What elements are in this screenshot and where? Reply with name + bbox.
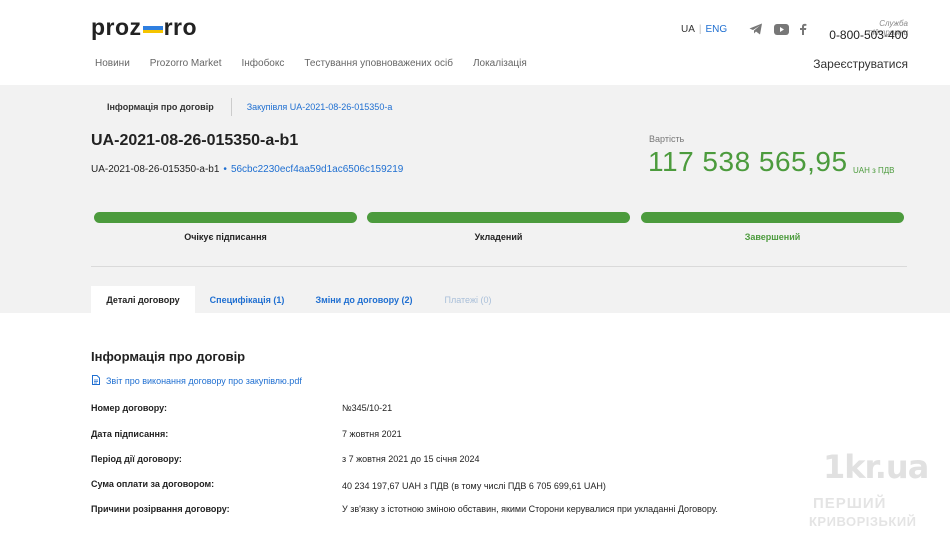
contract-summary-panel	[0, 85, 950, 313]
prozorro-logo[interactable]: proz rro	[91, 14, 197, 41]
watermark-main: 1kr.ua	[823, 448, 929, 486]
watermark-line1: ПЕРШИЙ	[813, 495, 887, 512]
stage-bar-completed	[641, 212, 904, 223]
telegram-icon[interactable]	[748, 22, 764, 36]
row-value-contract-period: з 7 жовтня 2021 до 15 січня 2024	[342, 454, 480, 464]
nav-news[interactable]: Новини	[95, 58, 130, 69]
row-value-termination-reason: У зв'язку з істотною зміною обставин, як…	[342, 504, 718, 514]
site-header: proz rro UA | ENG Служба підтримки 0-800…	[0, 0, 950, 85]
row-label-contract-period: Період дії договору:	[91, 454, 182, 464]
lang-eng[interactable]: ENG	[706, 24, 728, 35]
report-file-link[interactable]: Звіт про виконання договору про закупівл…	[92, 375, 302, 387]
contract-id-line: UA-2021-08-26-015350-a-b1 • 56cbc2230ecf…	[91, 164, 403, 175]
nav-testing[interactable]: Тестування уповноважених осіб	[304, 58, 453, 69]
page-title: UA-2021-08-26-015350-a-b1	[91, 132, 299, 149]
divider	[91, 266, 907, 267]
row-label-termination-reason: Причини розірвання договору:	[91, 504, 230, 514]
row-label-contract-number: Номер договору:	[91, 403, 168, 413]
lang-ua[interactable]: UA	[681, 24, 695, 35]
document-icon	[92, 375, 100, 387]
ukraine-flag-icon	[142, 26, 163, 33]
youtube-icon[interactable]	[773, 22, 789, 36]
watermark-logo: 1kr.ua ПЕРШИЙ КРИВОРІЗЬКИЙ	[795, 440, 935, 535]
watermark-line2: КРИВОРІЗЬКИЙ	[809, 514, 917, 529]
stage-label-completed: Завершений	[744, 232, 801, 242]
breadcrumb: Інформація про договір Закупівля UA-2021…	[107, 98, 392, 116]
tab-contract-changes[interactable]: Зміни до договору (2)	[305, 286, 423, 313]
register-link[interactable]: Зареєструватися	[808, 57, 908, 71]
tab-contract-details[interactable]: Деталі договору	[91, 286, 195, 313]
breadcrumb-current: Інформація про договір	[107, 102, 214, 112]
row-value-signing-date: 7 жовтня 2021	[342, 429, 402, 439]
nav-localization[interactable]: Локалізація	[473, 58, 527, 69]
breadcrumb-tender-link[interactable]: Закупівля UA-2021-08-26-015350-a	[247, 102, 393, 112]
row-value-contract-number: №345/10-21	[342, 403, 393, 413]
row-value-payment-amount: 40 234 197,67 UAH з ПДВ (в тому числі ПД…	[342, 481, 606, 491]
stage-bar-signed	[367, 212, 630, 223]
nav-prozorro-market[interactable]: Prozorro Market	[150, 58, 222, 69]
section-title: Інформація про договір	[91, 349, 246, 364]
logo-text-left: proz	[91, 14, 142, 40]
tab-payments: Платежі (0)	[444, 294, 492, 305]
main-nav: Новини Prozorro Market Інфобокс Тестуван…	[95, 58, 527, 69]
contract-id: UA-2021-08-26-015350-a-b1	[91, 164, 220, 175]
nav-infobox[interactable]: Інфобокс	[241, 58, 284, 69]
tab-specification[interactable]: Специфікація (1)	[200, 286, 294, 313]
value-label: Вартість	[649, 134, 685, 144]
report-file-name: Звіт про виконання договору про закупівл…	[106, 376, 302, 386]
breadcrumb-divider	[230, 98, 232, 116]
stage-label-signed: Укладений	[474, 232, 523, 242]
id-separator: •	[223, 164, 227, 175]
stage-label-pending: Очікує підписання	[184, 232, 267, 242]
language-switcher: UA | ENG	[681, 24, 727, 35]
value-currency: UAH з ПДВ	[853, 166, 895, 175]
logo-text-right: rro	[163, 14, 198, 40]
row-label-payment-amount: Сума оплати за договором:	[91, 479, 215, 489]
value-amount: 117 538 565,95	[648, 146, 848, 177]
support-phone[interactable]: 0-800-503-400	[826, 28, 908, 42]
contract-hash-link[interactable]: 56cbc2230ecf4aa59d1ac6506c159219	[231, 164, 403, 175]
stage-bar-pending	[94, 212, 357, 223]
row-label-signing-date: Дата підписання:	[91, 429, 169, 439]
facebook-icon[interactable]	[795, 22, 811, 36]
lang-separator: |	[698, 24, 702, 35]
